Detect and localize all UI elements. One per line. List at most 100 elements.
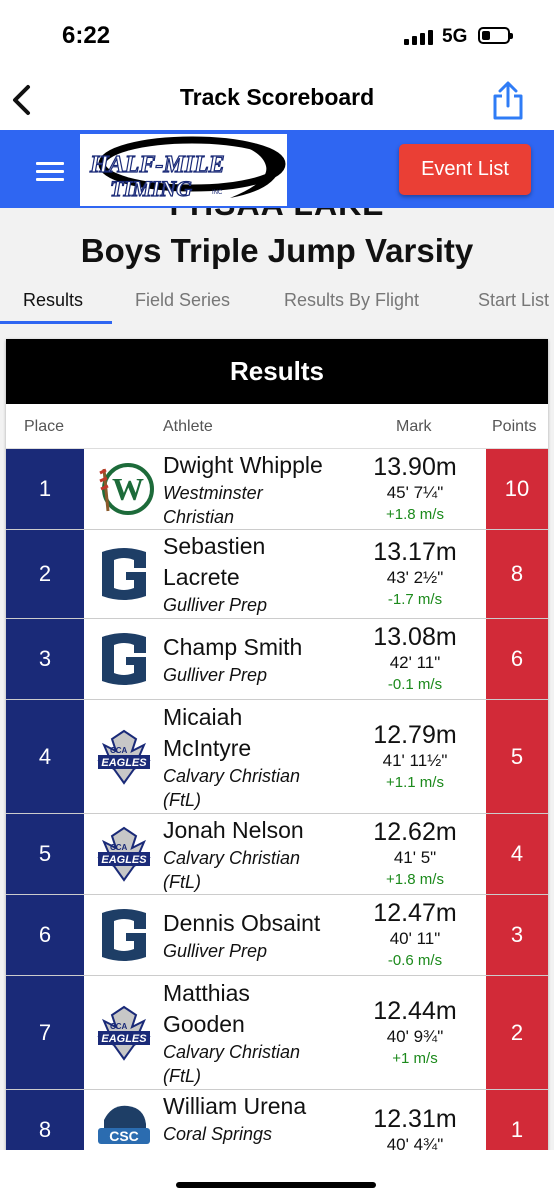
col-points: Points — [492, 418, 537, 435]
points-cell: 6 — [486, 619, 548, 699]
athlete-cell: Jonah Nelson Calvary Christian (FtL) — [163, 815, 363, 894]
event-list-button[interactable]: Event List — [399, 144, 531, 195]
gulliver-logo — [92, 627, 156, 691]
athlete-name[interactable]: Dwight Whipple — [163, 450, 363, 481]
place-cell: 4 — [6, 700, 84, 813]
points-cell: 1 — [486, 1090, 548, 1159]
col-mark: Mark — [396, 418, 432, 435]
mark-imperial: 42' 11" — [389, 653, 441, 672]
points-cell: 5 — [486, 700, 548, 813]
athlete-name[interactable]: Gooden — [163, 1009, 363, 1040]
event-title: Boys Triple Jump Varsity — [80, 232, 474, 269]
team-name: (FtL) — [163, 790, 201, 810]
mark-cell: 13.90m 45' 7¼" +1.8 m/s — [356, 452, 474, 526]
tab-field-series[interactable]: Field Series — [135, 290, 230, 311]
wind-reading: +1 m/s — [392, 1050, 438, 1067]
result-row[interactable]: 6 Dennis Obsaint Gulliver Prep 12.47m 40' 11… — [6, 895, 548, 976]
athlete-name[interactable]: Sebastien — [163, 531, 363, 562]
team-name: (FtL) — [163, 872, 201, 892]
tab-results[interactable]: Results — [23, 290, 83, 311]
westminster-logo: W — [92, 457, 156, 521]
team-name: Christian — [163, 507, 235, 527]
athlete-cell: William UrenaCoral SpringsCharter — [163, 1091, 363, 1159]
result-row[interactable]: 3 Champ Smith Gulliver Prep 13.08m 42' 11" -0… — [6, 619, 548, 700]
mark-metric: 12.79m — [373, 721, 457, 749]
result-row[interactable]: 8CSCWilliam UrenaCoral SpringsCharter12.… — [6, 1090, 548, 1159]
mark-metric: 12.44m — [373, 997, 457, 1025]
athlete-name[interactable]: William Urena — [163, 1091, 363, 1122]
wind-reading: +1.8 m/s — [386, 506, 444, 523]
athlete-cell: Sebastien Lacrete Gulliver Prep — [163, 531, 363, 617]
team-name: Calvary Christian — [163, 1042, 301, 1062]
mark-cell: 13.08m 42' 11" -0.1 m/s — [356, 622, 474, 696]
network-label: 5G — [442, 26, 468, 47]
place-cell: 5 — [6, 814, 84, 894]
athlete-name[interactable]: McIntyre — [163, 733, 363, 764]
team-name: Gulliver Prep — [163, 595, 268, 615]
result-row[interactable]: 7 EAGLES CCA Matthias Gooden Calvary Christia… — [6, 976, 548, 1090]
tab-start-list[interactable]: Start List — [478, 290, 549, 311]
points-cell: 10 — [486, 449, 548, 529]
athlete-name[interactable]: Matthias — [163, 978, 363, 1009]
mark-imperial: 40' 11" — [389, 929, 441, 948]
result-row[interactable]: 1 W Dwight Whipple Westminster Christian 13.9… — [6, 449, 548, 530]
result-row[interactable]: 2 Sebastien Lacrete Gulliver Prep 13.17m 43' … — [6, 530, 548, 619]
result-row[interactable]: 5 EAGLES CCA Jonah Nelson Calvary Christian (… — [6, 814, 548, 895]
calvary-eagles-logo: EAGLES CCA — [92, 725, 156, 789]
athlete-name[interactable]: Dennis Obsaint — [163, 908, 363, 939]
svg-text:CCA: CCA — [110, 843, 128, 852]
active-tab-indicator — [0, 321, 112, 324]
athlete-name[interactable]: Champ Smith — [163, 632, 363, 663]
points-cell: 4 — [486, 814, 548, 894]
wind-reading: -0.1 m/s — [387, 676, 443, 693]
athlete-cell: Micaiah McIntyre Calvary Christian (FtL) — [163, 702, 363, 812]
mark-metric: 12.47m — [373, 899, 457, 927]
half-mile-timing-logo: HALF-MILE TIMING INC — [80, 134, 287, 206]
athlete-cell: Dennis Obsaint Gulliver Prep — [163, 908, 363, 963]
svg-text:EAGLES: EAGLES — [101, 757, 147, 769]
mark-cell: 12.47m 40' 11" -0.6 m/s — [356, 898, 474, 972]
mark-metric: 13.17m — [373, 538, 457, 566]
mark-metric: 12.31m — [373, 1105, 457, 1133]
place-cell: 2 — [6, 530, 84, 618]
wind-reading: +1.8 m/s — [386, 871, 444, 888]
logo-text-timing: TIMING — [110, 176, 192, 201]
team-name: Gulliver Prep — [163, 665, 268, 685]
athlete-name[interactable]: Lacrete — [163, 562, 363, 593]
app-header: HALF-MILE TIMING INC Event List — [0, 130, 554, 208]
tab-results-by-flight[interactable]: Results By Flight — [284, 290, 419, 311]
results-table: 1 W Dwight Whipple Westminster Christian 13.9… — [6, 449, 548, 1159]
calvary-eagles-logo: EAGLES CCA — [92, 1001, 156, 1065]
col-place: Place — [24, 418, 65, 435]
results-column-headers: Place Athlete Mark Points — [6, 404, 548, 449]
team-name: Calvary Christian — [163, 848, 301, 868]
gulliver-logo — [92, 903, 156, 967]
points-cell: 3 — [486, 895, 548, 975]
athlete-name[interactable]: Micaiah — [163, 702, 363, 733]
wind-reading: -0.6 m/s — [387, 952, 443, 969]
logo-text-half-mile: HALF-MILE — [89, 152, 225, 178]
menu-icon[interactable] — [36, 162, 64, 186]
tab-bar: Results Field Series Results By Flight S… — [0, 280, 554, 326]
signal-icon — [404, 30, 433, 45]
team-name: Calvary Christian — [163, 766, 301, 786]
status-bar: 6:22 5G — [0, 0, 554, 70]
share-icon[interactable] — [490, 80, 526, 122]
team-name: Westminster — [163, 483, 263, 503]
svg-text:CCA: CCA — [110, 746, 128, 755]
athlete-cell: Champ Smith Gulliver Prep — [163, 632, 363, 687]
mark-metric: 13.08m — [373, 623, 457, 651]
result-row[interactable]: 4 EAGLES CCA Micaiah McIntyre Calvary Christi… — [6, 700, 548, 814]
team-name: Coral Springs — [163, 1124, 273, 1144]
place-cell: 6 — [6, 895, 84, 975]
calvary-eagles-logo: EAGLES CCA — [92, 822, 156, 886]
mark-cell: 12.31m 40' 4¾" — [356, 1104, 474, 1156]
svg-text:EAGLES: EAGLES — [101, 1033, 147, 1045]
meet-title: FHSAA LAKE — [0, 208, 554, 223]
athlete-name[interactable]: Jonah Nelson — [163, 815, 363, 846]
mark-cell: 13.17m 43' 2½" -1.7 m/s — [356, 537, 474, 611]
results-heading: Results — [6, 339, 548, 404]
place-cell: 3 — [6, 619, 84, 699]
home-indicator — [176, 1182, 376, 1188]
mark-cell: 12.79m 41' 11½" +1.1 m/s — [356, 720, 474, 794]
